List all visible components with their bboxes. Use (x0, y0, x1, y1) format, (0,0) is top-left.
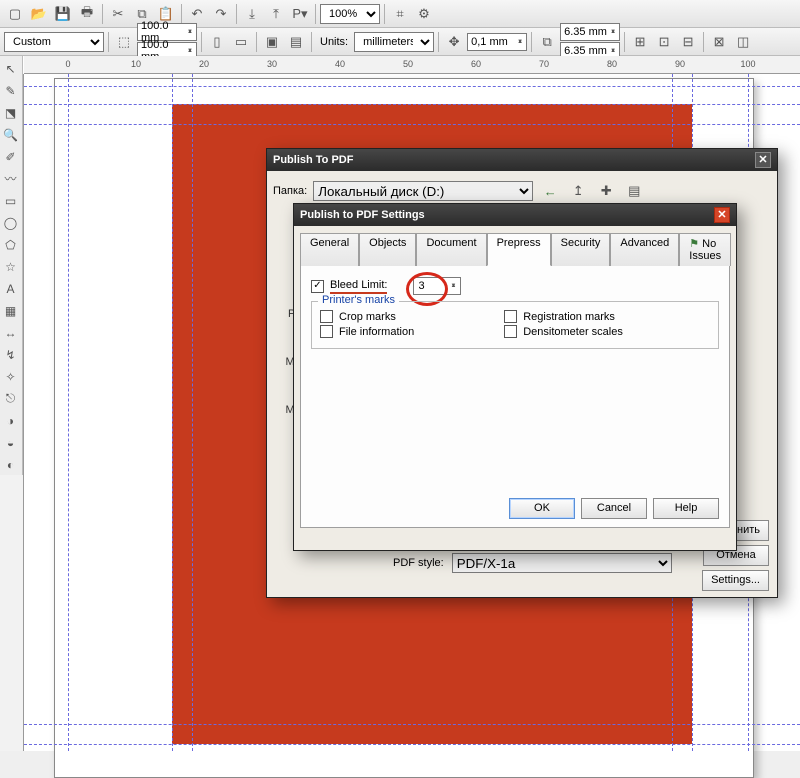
page-size-select[interactable]: Custom (4, 32, 104, 52)
cut-icon[interactable]: ✂ (107, 3, 129, 25)
ellipse-tool-icon[interactable]: ◯ (0, 212, 21, 233)
pageopt1-icon[interactable]: ▣ (261, 31, 283, 53)
pick-tool-icon[interactable]: ↖ (0, 58, 21, 79)
units-label: Units: (320, 36, 348, 48)
pageopt2-icon[interactable]: ▤ (285, 31, 307, 53)
smart-tool-icon[interactable]: 〰 (0, 168, 21, 189)
nudge-field[interactable]: 0,1 mm ▲▼ (467, 33, 527, 51)
toolbar-property: Custom ⬚ 100.0 mm ▲▼ 100.0 mm ▲▼ ▯ ▭ ▣ ▤… (0, 28, 800, 56)
folder-select[interactable]: Локальный диск (D:) (313, 181, 533, 201)
bleed-limit-field[interactable]: 3 ▲▼ (413, 277, 461, 295)
import-icon[interactable]: ⤓ (241, 3, 263, 25)
open-icon[interactable]: 📂 (28, 3, 50, 25)
fill-tool-icon[interactable]: ◒ (0, 432, 21, 453)
back-icon[interactable]: ← (539, 180, 561, 202)
help-button[interactable]: Help (653, 498, 719, 519)
snap-icon[interactable]: ⌗ (389, 3, 411, 25)
folder-label: Папка: (273, 185, 307, 197)
eyedrop-tool-icon[interactable]: ⎋ (0, 388, 21, 409)
new-icon[interactable]: ▢ (4, 3, 26, 25)
toolbar-main: ▢ 📂 💾 🖶 ✂ ⧉ 📋 ↶ ↷ ⤓ ⤒ P▾ 100% ⌗ ⚙ (0, 0, 800, 28)
tab-document[interactable]: Document (416, 233, 486, 266)
prepress-panel: Bleed Limit: 3 ▲▼ Printer's marks Crop m… (300, 266, 730, 528)
dialog-title: Publish To PDF (273, 154, 353, 166)
bleed-limit-value: 3 (418, 280, 424, 292)
pdf-settings-dialog: Publish to PDF Settings ✕ General Object… (293, 203, 737, 551)
tab-bar: General Objects Document Prepress Securi… (300, 232, 730, 266)
options-icon[interactable]: ⚙ (413, 3, 435, 25)
printers-marks-group: Printer's marks Crop marks File informat… (311, 301, 719, 349)
printers-marks-legend: Printer's marks (318, 294, 399, 306)
freehand-tool-icon[interactable]: ✐ (0, 146, 21, 167)
up-icon[interactable]: ↥ (567, 180, 589, 202)
bleed-limit-label: Bleed Limit: (330, 279, 387, 294)
rect-tool-icon[interactable]: ▭ (0, 190, 21, 211)
crop-marks-checkbox[interactable] (320, 310, 333, 323)
dialog-titlebar[interactable]: Publish to PDF Settings ✕ (294, 204, 736, 226)
page-dim-icon: ⬚ (113, 31, 135, 53)
pdf-style-label: PDF style: (393, 557, 444, 569)
ok-button[interactable]: OK (509, 498, 575, 519)
tab-advanced[interactable]: Advanced (610, 233, 679, 266)
shapes-tool-icon[interactable]: ☆ (0, 256, 21, 277)
newfolder-icon[interactable]: ✚ (595, 180, 617, 202)
interactive-fill-icon[interactable]: ◐ (0, 454, 21, 475)
misc2-icon[interactable]: ⊡ (653, 31, 675, 53)
polygon-tool-icon[interactable]: ⬠ (0, 234, 21, 255)
zoom-tool-icon[interactable]: 🔍 (0, 124, 21, 145)
file-info-checkbox[interactable] (320, 325, 333, 338)
close-icon[interactable]: ✕ (714, 207, 730, 223)
text-tool-icon[interactable]: A (0, 278, 21, 299)
units-select[interactable]: millimeters (354, 32, 434, 52)
dialog-titlebar[interactable]: Publish To PDF ✕ (267, 149, 777, 171)
misc5-icon[interactable]: ◫ (732, 31, 754, 53)
redo-icon[interactable]: ↷ (210, 3, 232, 25)
shape-tool-icon[interactable]: ✎ (0, 80, 21, 101)
portrait-icon[interactable]: ▯ (206, 31, 228, 53)
effects-tool-icon[interactable]: ✧ (0, 366, 21, 387)
dimension-tool-icon[interactable]: ↔ (0, 322, 21, 343)
undo-icon[interactable]: ↶ (186, 3, 208, 25)
registration-marks-checkbox[interactable] (504, 310, 517, 323)
outline-tool-icon[interactable]: ◑ (0, 410, 21, 431)
connector-tool-icon[interactable]: ↯ (0, 344, 21, 365)
close-icon[interactable]: ✕ (755, 152, 771, 168)
densitometer-option[interactable]: Densitometer scales (504, 325, 623, 338)
misc1-icon[interactable]: ⊞ (629, 31, 651, 53)
tool-palette: ↖ ✎ ⬔ 🔍 ✐ 〰 ▭ ◯ ⬠ ☆ A ▦ ↔ ↯ ✧ ⎋ ◑ ◒ ◐ (0, 56, 23, 475)
pdf-icon[interactable]: P▾ (289, 3, 311, 25)
table-tool-icon[interactable]: ▦ (0, 300, 21, 321)
export-icon[interactable]: ⤒ (265, 3, 287, 25)
dup-offset-icon: ⧉ (536, 31, 558, 53)
tab-prepress[interactable]: Prepress (487, 233, 551, 266)
save-icon[interactable]: 💾 (52, 3, 74, 25)
tab-general[interactable]: General (300, 233, 359, 266)
nudge-icon: ✥ (443, 31, 465, 53)
tab-no-issues[interactable]: ⚑No Issues (679, 233, 731, 266)
tab-objects[interactable]: Objects (359, 233, 416, 266)
registration-marks-option[interactable]: Registration marks (504, 310, 623, 323)
tab-security[interactable]: Security (551, 233, 611, 266)
misc4-icon[interactable]: ⊠ (708, 31, 730, 53)
misc3-icon[interactable]: ⊟ (677, 31, 699, 53)
flag-icon: ⚑ (689, 238, 699, 250)
dup-x-field[interactable]: 6.35 mm ▲▼ (560, 23, 620, 41)
dialog-title: Publish to PDF Settings (300, 209, 425, 221)
pdf-style-select[interactable]: PDF/X-1a (452, 553, 672, 573)
crop-marks-option[interactable]: Crop marks (320, 310, 414, 323)
print-icon[interactable]: 🖶 (76, 3, 98, 25)
view-icon[interactable]: ▤ (623, 180, 645, 202)
landscape-icon[interactable]: ▭ (230, 31, 252, 53)
cancel-button[interactable]: Cancel (581, 498, 647, 519)
file-info-option[interactable]: File information (320, 325, 414, 338)
bleed-limit-checkbox[interactable] (311, 280, 324, 293)
densitometer-checkbox[interactable] (504, 325, 517, 338)
settings-button[interactable]: Settings... (702, 570, 769, 591)
crop-tool-icon[interactable]: ⬔ (0, 102, 21, 123)
zoom-select[interactable]: 100% (320, 4, 380, 24)
ruler-horizontal: 0 10 20 30 40 50 60 70 80 90 100 (24, 56, 800, 74)
